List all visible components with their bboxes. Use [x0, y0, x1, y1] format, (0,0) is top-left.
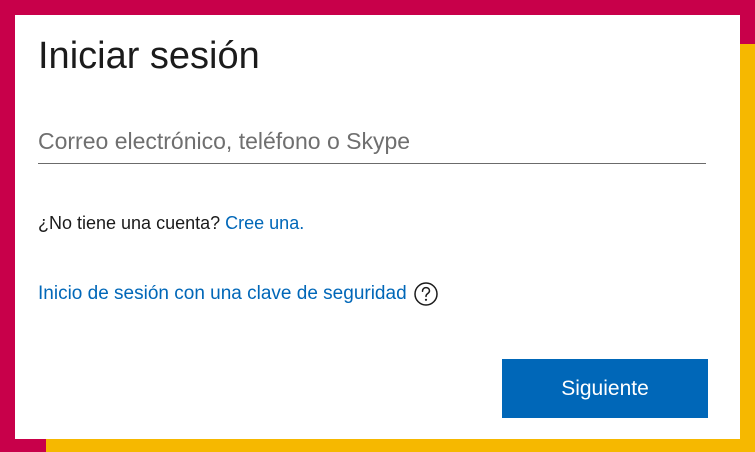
no-account-line: ¿No tiene una cuenta? Cree una. [38, 211, 304, 235]
signin-card: Iniciar sesión ¿No tiene una cuenta? Cre… [15, 15, 740, 439]
next-button[interactable]: Siguiente [502, 359, 708, 418]
create-account-link[interactable]: Cree una. [225, 213, 304, 233]
email-field[interactable] [38, 119, 706, 164]
question-circle-icon[interactable] [412, 280, 440, 308]
page-title: Iniciar sesión [38, 35, 260, 77]
no-account-text: ¿No tiene una cuenta? [38, 213, 221, 233]
security-key-row: Inicio de sesión con una clave de seguri… [38, 280, 440, 308]
security-key-link[interactable]: Inicio de sesión con una clave de seguri… [38, 281, 407, 307]
